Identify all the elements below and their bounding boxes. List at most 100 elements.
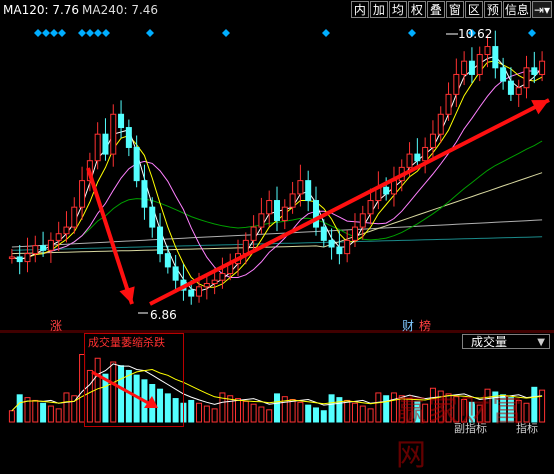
candle-body — [79, 180, 86, 208]
candle-body — [523, 67, 530, 89]
candle-body — [484, 46, 491, 56]
candle-body — [24, 253, 31, 263]
volume-bar — [297, 401, 304, 423]
price-chart[interactable] — [0, 20, 554, 332]
volume-bar — [375, 392, 382, 423]
candle-body — [383, 186, 390, 195]
ma120-label: MA120: 7.76 — [3, 3, 80, 17]
candle-body — [344, 239, 351, 255]
candle-body — [172, 266, 179, 281]
candle-body — [312, 200, 319, 228]
signal-diamond-icon — [102, 29, 110, 37]
candle-body — [47, 239, 54, 251]
candle-body — [196, 286, 203, 297]
candle-body — [55, 233, 62, 241]
volume-selector-label: 成交量 — [471, 335, 508, 349]
candle-body — [297, 180, 304, 195]
signal-diamond-icon — [408, 29, 416, 37]
signal-diamond-icon — [222, 29, 230, 37]
candle-body — [266, 200, 273, 215]
volume-bar — [258, 406, 265, 423]
volume-bar — [305, 404, 312, 423]
candle-body — [367, 200, 374, 215]
candle-body — [258, 213, 265, 228]
candle-body — [71, 206, 78, 228]
candle-body — [242, 239, 249, 255]
btn-jun[interactable]: 均 — [388, 1, 407, 18]
low-price-label: 6.86 — [150, 308, 177, 322]
volume-bar — [367, 408, 374, 423]
candle-body — [305, 180, 312, 202]
volume-bar — [266, 409, 273, 423]
candle-body — [429, 133, 436, 148]
candle-body — [453, 73, 460, 95]
signal-diamond-icon — [322, 29, 330, 37]
signal-diamond-icon — [528, 29, 536, 37]
candle-body — [219, 273, 226, 281]
btn-jia[interactable]: 加 — [369, 1, 388, 18]
candle-body — [40, 245, 47, 251]
tab-label[interactable]: 指标 — [516, 420, 538, 436]
btn-nei[interactable]: 内 — [350, 1, 369, 18]
downtrend-arrow — [86, 167, 134, 305]
btn-die[interactable]: 叠 — [426, 1, 445, 18]
volume-bar — [219, 392, 226, 423]
signal-diamond-icon — [86, 29, 94, 37]
signal-diamond-icon — [50, 29, 58, 37]
candle-body — [110, 113, 117, 155]
candle-body — [476, 54, 483, 75]
volume-bar — [274, 393, 280, 423]
candle-body — [390, 180, 397, 195]
candle-body — [445, 93, 452, 115]
signal-diamond-icon — [34, 29, 42, 37]
volume-bar — [8, 410, 15, 423]
btn-menu[interactable]: ⇥▾ — [531, 1, 552, 18]
btn-qu[interactable]: 区 — [464, 1, 483, 18]
signal-diamond-icon — [78, 29, 86, 37]
candle-body — [336, 246, 343, 255]
candle-body — [8, 256, 15, 259]
candle-body — [133, 146, 140, 182]
candle-body — [531, 67, 538, 75]
candle-body — [141, 180, 148, 208]
candle-body — [102, 133, 109, 155]
candle-body — [437, 113, 444, 135]
signal-diamond-icon — [58, 29, 66, 37]
btn-yu[interactable]: 预 — [483, 1, 502, 18]
candle-body — [203, 283, 210, 288]
volume-bar — [63, 392, 70, 423]
volume-bar — [328, 394, 335, 423]
chevron-down-icon: ▼ — [537, 337, 545, 348]
volume-bar — [16, 394, 23, 423]
candle-body — [351, 226, 358, 241]
candle-body — [125, 127, 132, 148]
volume-annotation: 成交量萎缩杀跌 — [88, 336, 165, 349]
signal-diamond-icon — [146, 29, 154, 37]
volume-bar — [47, 405, 54, 423]
candle-body — [32, 245, 39, 255]
volume-bar — [40, 402, 47, 423]
btn-chuang[interactable]: 窗 — [445, 1, 464, 18]
volume-bar — [383, 395, 390, 423]
indicator-label[interactable]: 副指标 — [454, 420, 487, 436]
uptrend-arrow — [149, 98, 550, 306]
candle-body — [118, 113, 125, 129]
candle-body — [188, 289, 195, 297]
volume-bar — [312, 407, 319, 423]
candle-body — [414, 153, 421, 162]
volume-bar — [32, 399, 39, 423]
volume-bar — [344, 399, 351, 423]
candle-body — [507, 80, 514, 95]
btn-quan[interactable]: 权 — [407, 1, 426, 18]
volume-bar — [196, 402, 203, 423]
candle-body — [359, 213, 366, 228]
volume-indicator-select[interactable]: 成交量 ▼ — [462, 334, 550, 349]
volume-bar — [250, 403, 257, 423]
candle-body — [16, 256, 23, 263]
candle-body — [63, 226, 70, 235]
btn-xinxi[interactable]: 信息 — [502, 1, 531, 18]
candle-body — [492, 46, 499, 69]
volume-bar — [359, 405, 366, 423]
candle-body — [149, 206, 156, 228]
candle-body — [289, 193, 296, 208]
